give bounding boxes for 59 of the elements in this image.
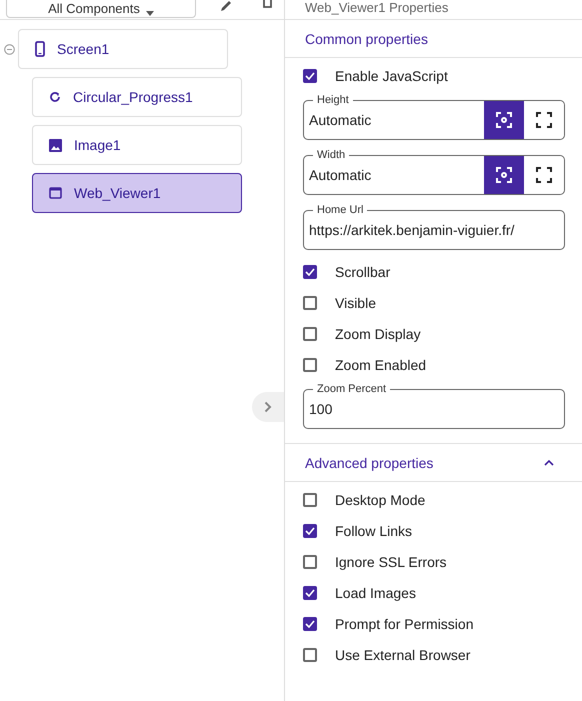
checkbox-label: Load Images (335, 584, 416, 600)
focus-icon (496, 112, 512, 128)
caret-icon (146, 11, 154, 16)
collapse-icon[interactable] (4, 44, 15, 54)
field-value: Automatic (308, 167, 372, 183)
component-item[interactable]: Web_Viewer1 (32, 173, 242, 213)
field-value: 100 (308, 401, 334, 417)
checkbox[interactable] (303, 524, 317, 538)
checkbox-label: Prompt for Permission (335, 616, 474, 632)
checkbox-label: Visible (335, 294, 376, 310)
checkbox[interactable] (303, 554, 317, 568)
window-icon (49, 187, 62, 199)
chevron-up-icon (544, 460, 554, 466)
focus-icon (496, 167, 512, 183)
checkbox-label: Zoom Enabled (335, 356, 426, 372)
checkbox-row[interactable]: Enable JavaScript (303, 60, 582, 91)
checkbox-label: Follow Links (335, 522, 412, 538)
checkbox[interactable] (303, 296, 317, 310)
checkbox[interactable] (303, 586, 317, 600)
checkbox[interactable] (303, 492, 317, 506)
checkbox[interactable] (303, 68, 317, 82)
checkbox[interactable] (303, 264, 317, 278)
checkbox-label: Zoom Display (335, 326, 421, 342)
field-value: https://arkitek.benjamin-viguier.fr/ (308, 222, 516, 238)
component-item[interactable]: Circular_Progress1 (32, 77, 242, 117)
checkbox-row[interactable]: Use External Browser (303, 639, 582, 670)
automatic-button[interactable] (484, 101, 524, 139)
automatic-button[interactable] (484, 156, 524, 194)
checkbox-row[interactable]: Desktop Mode (303, 484, 582, 515)
component-item[interactable]: Image1 (32, 125, 242, 165)
checkbox-label: Enable JavaScript (335, 68, 448, 84)
component-item[interactable]: Screen1 (18, 29, 228, 69)
checkbox-label: Scrollbar (335, 264, 390, 280)
checkbox-label: Ignore SSL Errors (335, 554, 447, 570)
field-label: Height (313, 93, 353, 107)
checkbox-label: Use External Browser (335, 646, 470, 662)
checkbox[interactable] (303, 326, 317, 340)
checkbox-row[interactable]: Zoom Enabled (303, 349, 582, 380)
phone-icon (35, 41, 45, 57)
checkbox[interactable] (303, 616, 317, 630)
chevron-right-icon (264, 401, 272, 413)
checkbox-row[interactable]: Zoom Display (303, 318, 582, 349)
image-icon (49, 138, 62, 152)
fullscreen-icon (536, 112, 552, 128)
checkbox-row[interactable]: Visible (303, 287, 582, 318)
checkbox-label: Desktop Mode (335, 492, 426, 508)
checkbox-row[interactable]: Ignore SSL Errors (303, 546, 582, 577)
checkbox-row[interactable]: Scrollbar (303, 256, 582, 287)
field-value: Automatic (308, 112, 372, 128)
fullscreen-icon (536, 167, 552, 183)
checkbox[interactable] (303, 648, 317, 662)
checkbox[interactable] (303, 358, 317, 372)
checkbox-row[interactable]: Follow Links (303, 515, 582, 546)
pencil-icon[interactable] (220, 0, 232, 14)
component-filter-dropdown[interactable]: All Components (6, 0, 196, 18)
checkbox-row[interactable]: Prompt for Permission (303, 608, 582, 639)
refresh-icon (49, 91, 61, 103)
checkbox-row[interactable]: Load Images (303, 577, 582, 608)
expand-panel-button[interactable] (252, 392, 284, 422)
